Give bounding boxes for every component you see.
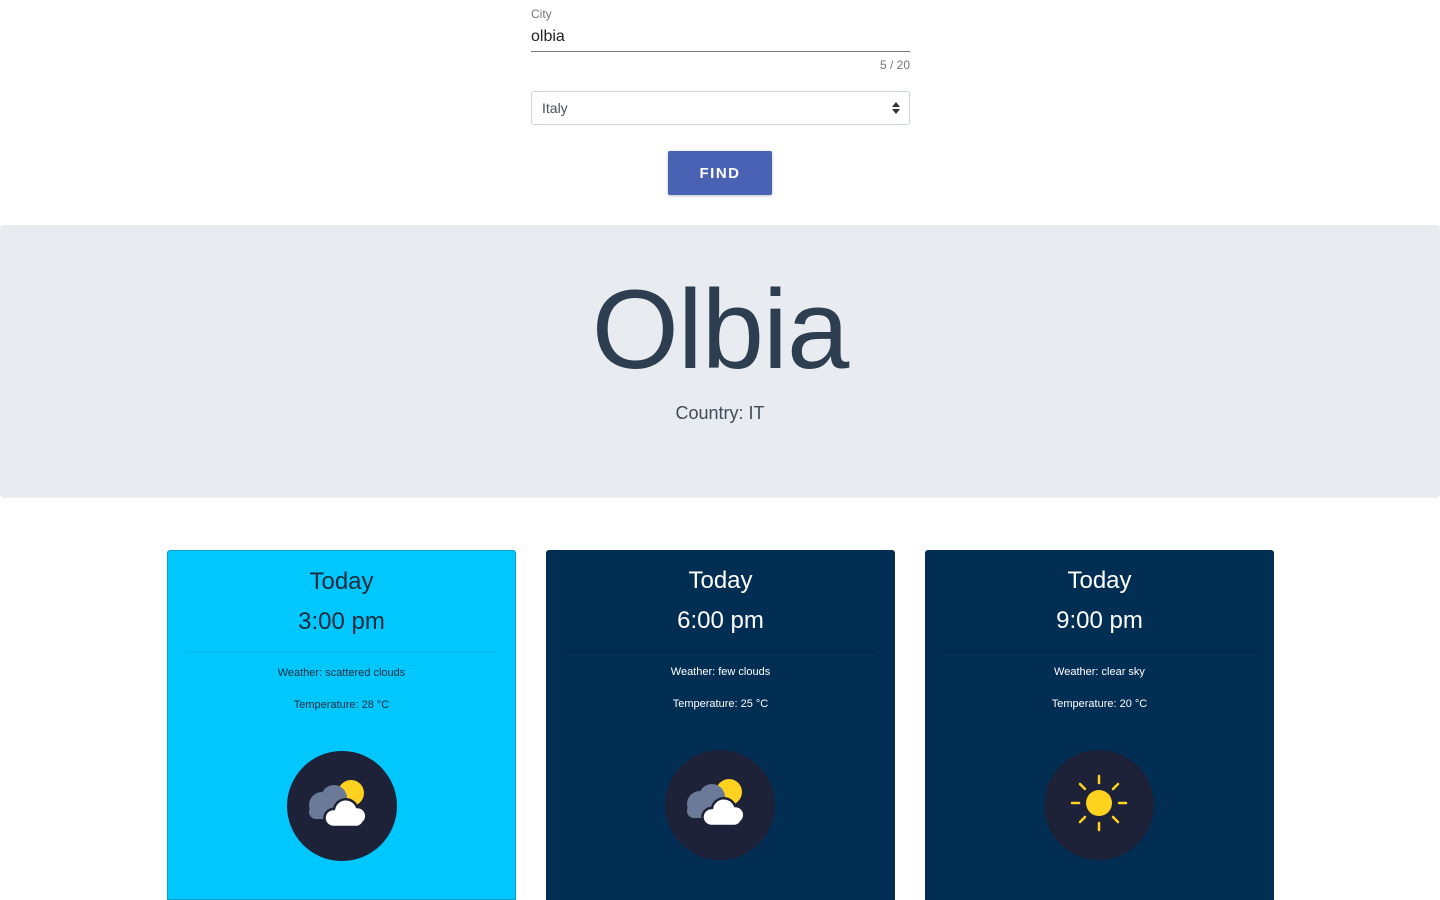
forecast-day: Today bbox=[1067, 567, 1132, 594]
country-select-value: Italy bbox=[542, 100, 568, 116]
partly-cloudy-icon bbox=[287, 751, 397, 861]
card-divider bbox=[564, 651, 877, 652]
forecast-day: Today bbox=[688, 567, 753, 594]
forecast-time: 6:00 pm bbox=[677, 607, 764, 634]
forecast-weather: Weather: scattered clouds bbox=[277, 667, 406, 679]
location-header: Olbia Country: IT bbox=[0, 225, 1440, 498]
search-form: City 5 / 20 Italy FIND bbox=[531, 0, 910, 225]
find-button[interactable]: FIND bbox=[668, 151, 772, 195]
forecast-temperature: Temperature: 25 °C bbox=[672, 698, 769, 710]
forecast-weather: Weather: clear sky bbox=[1054, 666, 1145, 678]
partly-cloudy-icon bbox=[665, 750, 775, 860]
forecast-card[interactable]: Today 3:00 pm Weather: scattered clouds … bbox=[167, 550, 516, 900]
forecast-time: 3:00 pm bbox=[298, 608, 385, 635]
city-input[interactable] bbox=[531, 22, 910, 52]
country-label: Country: IT bbox=[675, 403, 765, 423]
forecast-time: 9:00 pm bbox=[1056, 607, 1143, 634]
forecast-card[interactable]: Today 9:00 pm Weather: clear sky Tempera… bbox=[925, 550, 1274, 900]
forecast-temperature: Temperature: 28 °C bbox=[293, 699, 390, 711]
forecast-weather: Weather: few clouds bbox=[670, 666, 771, 678]
city-field-label: City bbox=[531, 7, 552, 21]
forecast-day: Today bbox=[309, 568, 374, 595]
card-divider bbox=[943, 651, 1256, 652]
city-char-counter: 5 / 20 bbox=[879, 58, 910, 72]
country-select[interactable]: Italy bbox=[531, 91, 910, 125]
card-divider bbox=[186, 652, 497, 653]
forecast-card[interactable]: Today 6:00 pm Weather: few clouds Temper… bbox=[546, 550, 895, 900]
city-title: Olbia bbox=[591, 267, 849, 392]
select-arrows-icon bbox=[892, 102, 900, 114]
sun-icon bbox=[1044, 750, 1154, 860]
forecast-temperature: Temperature: 20 °C bbox=[1051, 698, 1148, 710]
